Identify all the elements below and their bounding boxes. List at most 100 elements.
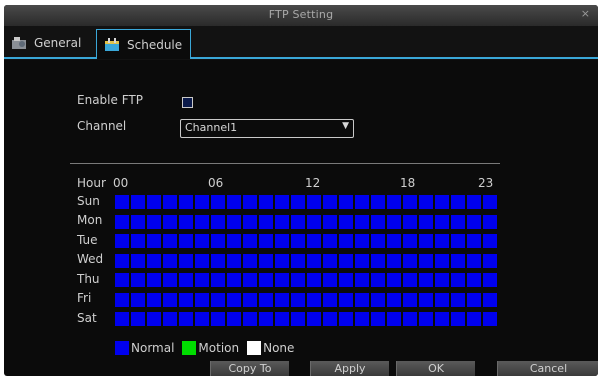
schedule-cell[interactable] <box>131 273 145 287</box>
schedule-grid[interactable] <box>115 195 497 329</box>
schedule-cell[interactable] <box>195 273 209 287</box>
schedule-cell[interactable] <box>387 215 401 229</box>
schedule-cell[interactable] <box>419 254 433 268</box>
schedule-cell[interactable] <box>291 234 305 248</box>
schedule-cell[interactable] <box>403 293 417 307</box>
schedule-cell[interactable] <box>483 293 497 307</box>
channel-select[interactable]: Channel1 ▼ <box>180 119 354 138</box>
schedule-cell[interactable] <box>371 215 385 229</box>
schedule-cell[interactable] <box>259 215 273 229</box>
schedule-cell[interactable] <box>323 215 337 229</box>
schedule-cell[interactable] <box>451 254 465 268</box>
schedule-cell[interactable] <box>291 273 305 287</box>
schedule-cell[interactable] <box>339 234 353 248</box>
schedule-cell[interactable] <box>211 215 225 229</box>
schedule-cell[interactable] <box>419 195 433 209</box>
schedule-cell[interactable] <box>483 215 497 229</box>
schedule-cell[interactable] <box>243 234 257 248</box>
schedule-cell[interactable] <box>371 195 385 209</box>
schedule-cell[interactable] <box>307 273 321 287</box>
schedule-cell[interactable] <box>467 215 481 229</box>
schedule-cell[interactable] <box>163 273 177 287</box>
tab-schedule[interactable]: Schedule <box>96 29 192 59</box>
schedule-cell[interactable] <box>355 254 369 268</box>
enable-ftp-checkbox[interactable] <box>182 97 193 108</box>
schedule-cell[interactable] <box>307 234 321 248</box>
schedule-cell[interactable] <box>403 273 417 287</box>
schedule-cell[interactable] <box>355 293 369 307</box>
schedule-cell[interactable] <box>371 254 385 268</box>
schedule-cell[interactable] <box>195 293 209 307</box>
schedule-cell[interactable] <box>419 312 433 326</box>
close-icon[interactable]: × <box>581 7 590 20</box>
schedule-cell[interactable] <box>163 195 177 209</box>
schedule-cell[interactable] <box>435 293 449 307</box>
schedule-cell[interactable] <box>227 215 241 229</box>
schedule-cell[interactable] <box>115 273 129 287</box>
schedule-cell[interactable] <box>387 312 401 326</box>
schedule-cell[interactable] <box>275 273 289 287</box>
schedule-cell[interactable] <box>467 195 481 209</box>
schedule-cell[interactable] <box>339 312 353 326</box>
schedule-cell[interactable] <box>115 254 129 268</box>
schedule-cell[interactable] <box>403 254 417 268</box>
schedule-cell[interactable] <box>147 195 161 209</box>
schedule-cell[interactable] <box>403 312 417 326</box>
schedule-cell[interactable] <box>275 293 289 307</box>
schedule-cell[interactable] <box>147 293 161 307</box>
schedule-cell[interactable] <box>131 215 145 229</box>
schedule-cell[interactable] <box>435 312 449 326</box>
schedule-cell[interactable] <box>339 215 353 229</box>
schedule-cell[interactable] <box>275 215 289 229</box>
schedule-cell[interactable] <box>483 254 497 268</box>
schedule-cell[interactable] <box>243 254 257 268</box>
schedule-cell[interactable] <box>435 234 449 248</box>
schedule-cell[interactable] <box>435 254 449 268</box>
schedule-cell[interactable] <box>195 234 209 248</box>
schedule-cell[interactable] <box>243 312 257 326</box>
schedule-cell[interactable] <box>227 254 241 268</box>
schedule-cell[interactable] <box>451 234 465 248</box>
schedule-cell[interactable] <box>355 195 369 209</box>
schedule-cell[interactable] <box>243 215 257 229</box>
schedule-cell[interactable] <box>227 312 241 326</box>
schedule-cell[interactable] <box>195 215 209 229</box>
schedule-cell[interactable] <box>131 234 145 248</box>
schedule-cell[interactable] <box>147 312 161 326</box>
schedule-cell[interactable] <box>275 254 289 268</box>
schedule-cell[interactable] <box>227 293 241 307</box>
schedule-cell[interactable] <box>115 215 129 229</box>
schedule-cell[interactable] <box>275 234 289 248</box>
schedule-cell[interactable] <box>243 293 257 307</box>
schedule-cell[interactable] <box>307 254 321 268</box>
schedule-cell[interactable] <box>195 312 209 326</box>
schedule-cell[interactable] <box>371 293 385 307</box>
schedule-cell[interactable] <box>179 254 193 268</box>
schedule-cell[interactable] <box>243 195 257 209</box>
schedule-cell[interactable] <box>323 273 337 287</box>
schedule-cell[interactable] <box>419 234 433 248</box>
schedule-cell[interactable] <box>451 293 465 307</box>
schedule-cell[interactable] <box>211 234 225 248</box>
schedule-cell[interactable] <box>115 195 129 209</box>
schedule-cell[interactable] <box>291 215 305 229</box>
schedule-cell[interactable] <box>371 234 385 248</box>
schedule-cell[interactable] <box>371 312 385 326</box>
schedule-cell[interactable] <box>483 312 497 326</box>
schedule-cell[interactable] <box>355 273 369 287</box>
schedule-cell[interactable] <box>163 215 177 229</box>
schedule-cell[interactable] <box>323 195 337 209</box>
schedule-cell[interactable] <box>179 234 193 248</box>
schedule-cell[interactable] <box>259 312 273 326</box>
schedule-cell[interactable] <box>163 312 177 326</box>
schedule-cell[interactable] <box>387 293 401 307</box>
copy-to-button[interactable]: Copy To <box>210 361 289 376</box>
ok-button[interactable]: OK <box>396 361 475 376</box>
schedule-cell[interactable] <box>147 234 161 248</box>
schedule-cell[interactable] <box>419 293 433 307</box>
schedule-cell[interactable] <box>467 293 481 307</box>
schedule-cell[interactable] <box>211 312 225 326</box>
schedule-cell[interactable] <box>467 273 481 287</box>
schedule-cell[interactable] <box>403 215 417 229</box>
schedule-cell[interactable] <box>387 195 401 209</box>
